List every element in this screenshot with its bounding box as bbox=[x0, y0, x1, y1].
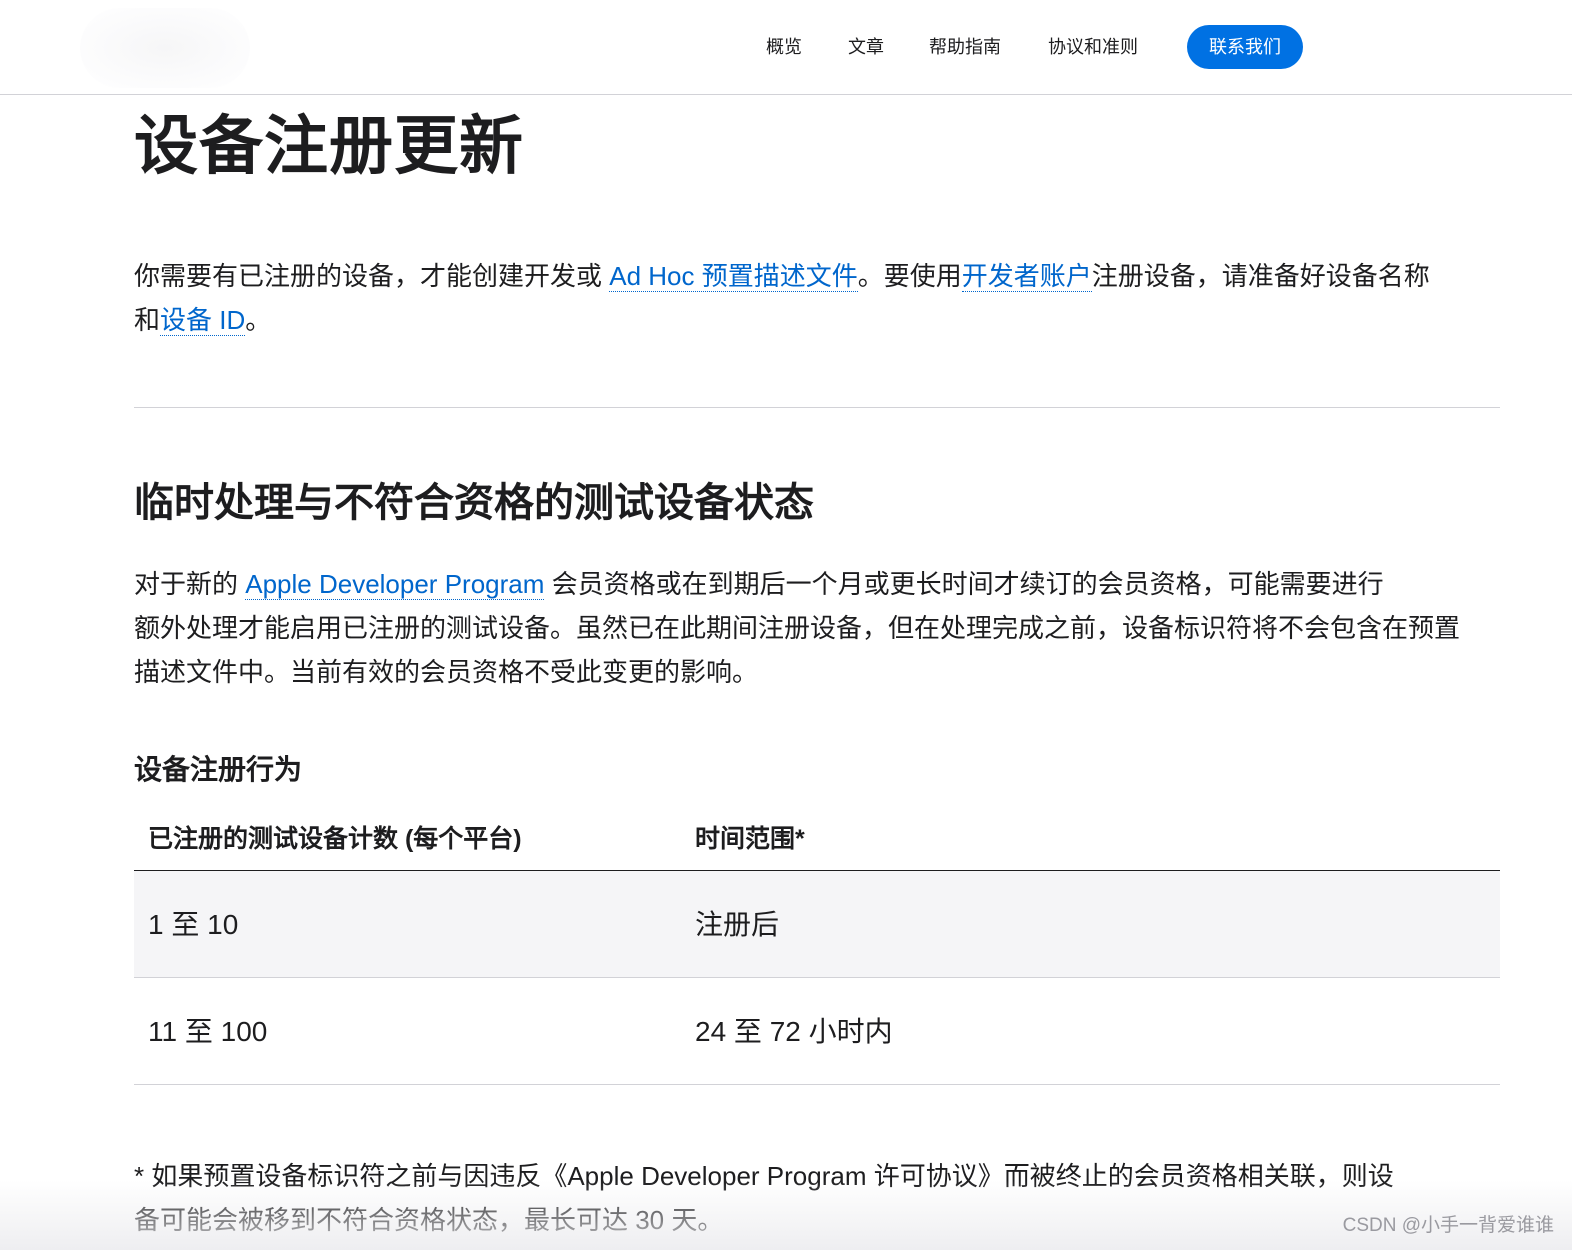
table-row: 11 至 100 24 至 72 小时内 bbox=[134, 978, 1500, 1085]
section-text-line3: 描述文件中。当前有效的会员资格不受此变更的影响。 bbox=[134, 657, 759, 687]
table-header-row: 已注册的测试设备计数 (每个平台) 时间范围* bbox=[134, 810, 1500, 871]
table-row: 1 至 10 注册后 bbox=[134, 871, 1500, 978]
contact-us-button[interactable]: 联系我们 bbox=[1187, 25, 1303, 69]
nav-item-overview[interactable]: 概览 bbox=[766, 34, 802, 60]
section-text-1: 对于新的 bbox=[134, 569, 246, 599]
intro-text-4: 和 bbox=[134, 305, 161, 335]
page-title: 设备注册更新 bbox=[134, 110, 524, 182]
nav-item-help-guides[interactable]: 帮助指南 bbox=[929, 34, 1001, 60]
ad-hoc-profile-link[interactable]: Ad Hoc 预置描述文件 bbox=[609, 261, 858, 292]
intro-text-5: 。 bbox=[245, 305, 272, 335]
section-heading: 临时处理与不符合资格的测试设备状态 bbox=[134, 481, 814, 525]
footnote-line2: 备可能会被移到不符合资格状态，最长可达 30 天。 bbox=[134, 1205, 724, 1235]
developer-account-link[interactable]: 开发者账户 bbox=[961, 261, 1092, 292]
section-text-2: 会员资格或在到期后一个月或更长时间才续订的会员资格，可能需要进行 bbox=[544, 569, 1384, 599]
intro-paragraph: 你需要有已注册的设备，才能创建开发或 Ad Hoc 预置描述文件。要使用开发者账… bbox=[134, 254, 1500, 342]
section-divider bbox=[134, 407, 1500, 408]
footnote-line1: * 如果预置设备标识符之前与因违反《Apple Developer Progra… bbox=[134, 1161, 1394, 1191]
section-text-line2: 额外处理才能启用已注册的测试设备。虽然已在此期间注册设备，但在处理完成之前，设备… bbox=[134, 613, 1461, 643]
nav-links: 概览 文章 帮助指南 协议和准则 联系我们 bbox=[0, 0, 1572, 94]
csdn-watermark: CSDN @小手一背爱谁谁 bbox=[1342, 1215, 1554, 1236]
table-cell-count: 1 至 10 bbox=[148, 909, 239, 940]
section-paragraph: 对于新的 Apple Developer Program 会员资格或在到期后一个… bbox=[134, 562, 1500, 694]
intro-text-3: 注册设备，请准备好设备名称 bbox=[1091, 261, 1430, 291]
intro-text-2: 。要使用 bbox=[857, 261, 962, 291]
top-navigation-bar: 概览 文章 帮助指南 协议和准则 联系我们 bbox=[0, 0, 1572, 95]
footnote: * 如果预置设备标识符之前与因违反《Apple Developer Progra… bbox=[134, 1154, 1500, 1242]
table-cell-timeframe: 24 至 72 小时内 bbox=[695, 1016, 893, 1047]
table-caption: 设备注册行为 bbox=[134, 754, 303, 785]
table-header-count: 已注册的测试设备计数 (每个平台) bbox=[148, 825, 522, 853]
intro-text-1: 你需要有已注册的设备，才能创建开发或 bbox=[134, 261, 610, 291]
nav-item-agreements[interactable]: 协议和准则 bbox=[1048, 34, 1138, 60]
table-cell-count: 11 至 100 bbox=[148, 1016, 268, 1047]
table-header-timeframe: 时间范围* bbox=[695, 825, 805, 853]
apple-developer-program-link[interactable]: Apple Developer Program bbox=[245, 569, 545, 600]
device-registration-table: 已注册的测试设备计数 (每个平台) 时间范围* 1 至 10 注册后 11 至 … bbox=[134, 810, 1500, 1085]
table-cell-timeframe: 注册后 bbox=[695, 909, 780, 940]
nav-item-articles[interactable]: 文章 bbox=[848, 34, 884, 60]
device-id-link[interactable]: 设备 ID bbox=[160, 305, 246, 336]
